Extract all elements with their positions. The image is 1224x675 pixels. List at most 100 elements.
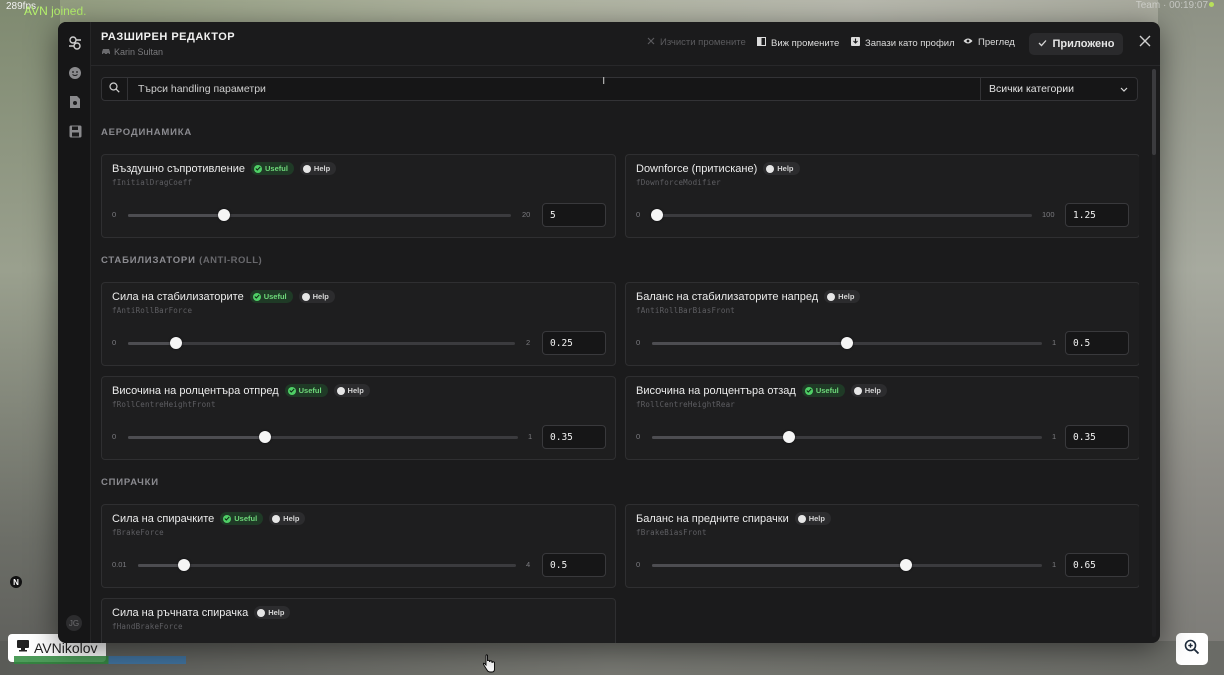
param-code: fAntiRollBarBiasFront [636, 306, 736, 315]
param-code: fBrakeBiasFront [636, 528, 707, 537]
param-value-input[interactable]: 0.25 [542, 331, 606, 355]
param-slider[interactable] [138, 559, 516, 571]
save-profile-label: Запази като профил [865, 37, 955, 49]
view-changes-button[interactable]: Виж промените [757, 37, 839, 49]
param-card: Баланс на предните спирачки Help fBrakeBia… [625, 504, 1139, 588]
slider-thumb[interactable] [170, 337, 183, 349]
slider-fill [128, 214, 224, 217]
help-badge[interactable]: Help [269, 512, 306, 525]
rail-handling-icon[interactable] [67, 35, 83, 51]
param-title-row: Височина на ролцентъра отпред Useful Help [112, 384, 370, 397]
help-badge-label: Help [808, 514, 825, 523]
rail-user-avatar[interactable]: JG [66, 615, 82, 631]
clear-changes-label: Изчисти промените [660, 37, 746, 48]
useful-badge-label: Useful [263, 292, 287, 301]
help-dot-icon [272, 514, 281, 523]
help-badge-label: Help [312, 292, 329, 301]
check-circle-icon [253, 164, 262, 173]
check-circle-icon [287, 386, 296, 395]
help-badge[interactable]: Help [254, 606, 291, 619]
hud-corner-text: Team · 00:19:07 [1135, 0, 1208, 11]
param-value-input[interactable]: 0.65 [1065, 553, 1129, 577]
slider-thumb[interactable] [650, 209, 663, 221]
help-dot-icon [797, 514, 806, 523]
param-value-input[interactable]: 0.35 [1065, 425, 1129, 449]
search-button[interactable] [102, 78, 128, 100]
param-value-input[interactable]: 0.5 [1065, 331, 1129, 355]
zoom-button[interactable] [1176, 633, 1208, 665]
search-input[interactable] [129, 78, 979, 100]
category-select-value: Всички категории [989, 83, 1074, 95]
param-title-row: Баланс на стабилизаторите напред Help [636, 290, 861, 303]
param-slider[interactable] [128, 337, 515, 349]
param-slider[interactable] [652, 431, 1042, 443]
slider-fill [128, 342, 177, 345]
help-badge[interactable]: Help [850, 384, 888, 397]
param-card: Downforce (притискане) Help fDownforceModi… [625, 154, 1139, 238]
param-slider[interactable] [128, 431, 518, 443]
range-max: 1 [1052, 338, 1057, 347]
preview-button[interactable]: Преглед [963, 37, 1015, 48]
rail-face-icon[interactable] [67, 65, 83, 81]
scrollbar-thumb[interactable] [1152, 69, 1156, 155]
slider-thumb[interactable] [258, 431, 271, 443]
clear-changes-button[interactable]: Изчисти промените [647, 37, 746, 48]
section-title-anti-roll: СТАБИЛИЗАТОРИ (ANTI-ROLL) [101, 255, 262, 266]
content-scrollbar[interactable] [1152, 69, 1156, 637]
slider-thumb[interactable] [899, 559, 912, 571]
applied-label: Приложено [1052, 38, 1115, 50]
param-slider[interactable] [652, 337, 1042, 349]
param-card: Сила на спирачките Useful Help fBrakeForce 0… [101, 504, 616, 588]
eye-icon [963, 37, 973, 48]
game-background-right [1158, 0, 1224, 675]
range-max: 2 [526, 338, 531, 347]
param-value-input[interactable]: 5 [542, 203, 606, 227]
close-button[interactable] [1137, 35, 1153, 51]
help-badge[interactable]: Help [763, 162, 800, 175]
help-dot-icon [827, 292, 836, 301]
help-badge[interactable]: Help [794, 512, 831, 525]
help-badge-label: Help [283, 514, 300, 523]
param-slider[interactable] [128, 209, 511, 221]
section-subtitle-text: (ANTI-ROLL) [199, 255, 263, 266]
param-slider[interactable] [652, 559, 1042, 571]
param-title-row: Сила на ръчната спирачка Help [112, 606, 291, 619]
section-title-text: АЕРОДИНАМИКА [101, 127, 192, 138]
param-card: Сила на ръчната спирачка Help fHandBrakeFo… [101, 598, 616, 643]
advanced-editor-panel: JG РАЗШИРЕН РЕДАКТОР Karin Sultan Изчист… [58, 22, 1160, 643]
useful-badge-label: Useful [815, 386, 839, 395]
param-slider[interactable] [650, 209, 1032, 221]
slider-fill [652, 436, 789, 439]
help-badge[interactable]: Help [824, 290, 861, 303]
slider-thumb[interactable] [782, 431, 795, 443]
help-badge-label: Help [838, 292, 855, 301]
param-card: Височина на ролцентъра отзад Useful Help fR… [625, 376, 1139, 460]
game-background-left [0, 0, 60, 675]
help-badge-label: Help [268, 608, 285, 617]
help-badge[interactable]: Help [299, 162, 337, 175]
slider-thumb[interactable] [841, 337, 853, 349]
range-max: 20 [522, 210, 531, 219]
help-dot-icon [336, 386, 345, 395]
param-title-row: Височина на ролцентъра отзад Useful Help [636, 384, 888, 397]
applied-button[interactable]: Приложено [1029, 33, 1123, 55]
chevron-down-icon [1120, 83, 1128, 95]
editor-content: Всички категории Ι АЕРОДИНАМИКА СТАБИЛИЗ… [101, 77, 1139, 643]
category-select[interactable]: Всички категории [980, 78, 1138, 100]
param-title-row: Въздушно съпротивление Useful Help [112, 162, 337, 175]
zoom-in-icon [1184, 639, 1200, 660]
rail-document-icon[interactable] [67, 94, 83, 110]
help-badge[interactable]: Help [333, 384, 370, 397]
param-value-input[interactable]: 0.5 [542, 553, 606, 577]
help-badge[interactable]: Help [298, 290, 335, 303]
x-icon [647, 37, 655, 48]
useful-badge: Useful [284, 384, 328, 397]
check-circle-icon [804, 386, 813, 395]
param-value-input[interactable]: 0.35 [542, 425, 606, 449]
slider-thumb[interactable] [178, 559, 191, 571]
param-value-input[interactable]: 1.25 [1065, 203, 1129, 227]
rail-save-icon[interactable] [67, 123, 83, 139]
save-profile-button[interactable]: Запази като профил [851, 37, 955, 49]
slider-thumb[interactable] [217, 209, 230, 221]
map-north-marker: N [10, 576, 22, 588]
